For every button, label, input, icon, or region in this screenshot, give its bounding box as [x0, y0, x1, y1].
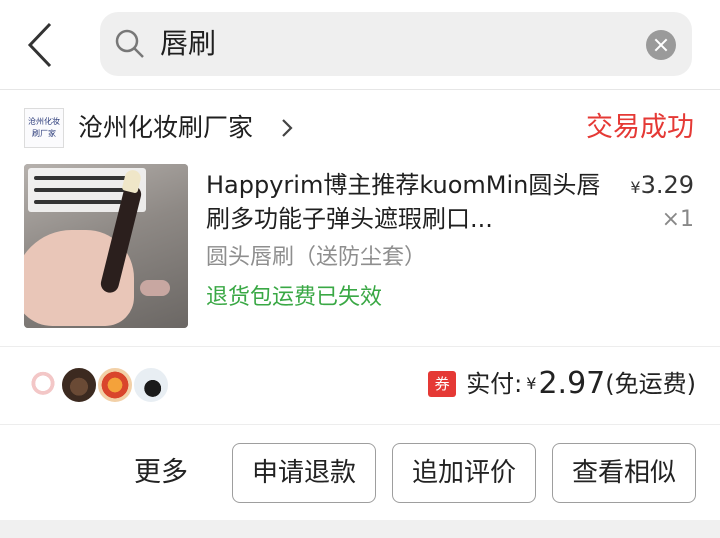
shop-logo-line2: 刷厂家 [32, 129, 56, 138]
search-field[interactable]: 唇刷 [100, 12, 692, 76]
add-review-button[interactable]: 追加评价 [392, 443, 536, 503]
price-value: 3.29 [640, 171, 694, 199]
product-price: ¥3.29 [630, 168, 694, 205]
avatar[interactable] [132, 366, 170, 404]
shop-row[interactable]: 沧州化妆 刷厂家 沧州化妆刷厂家 交易成功 [0, 100, 720, 158]
product-thumbnail[interactable] [24, 164, 188, 328]
shop-name[interactable]: 沧州化妆刷厂家 [78, 110, 253, 146]
next-card-edge [0, 520, 720, 538]
refund-shipping-note: 退货包运费已失效 [206, 285, 383, 310]
avatar[interactable] [60, 366, 98, 404]
product-quantity: ×1 [661, 207, 694, 232]
order-total: 券 实付: ¥ 2.97 (免运费) [428, 364, 696, 404]
avatar[interactable] [96, 366, 134, 404]
shop-logo-line1: 沧州化妆 [28, 117, 60, 126]
chevron-right-icon[interactable] [280, 118, 294, 138]
price-currency: ¥ [630, 178, 641, 197]
clear-icon[interactable] [646, 30, 676, 60]
apply-refund-button[interactable]: 申请退款 [232, 443, 376, 503]
product-spec: 圆头唇刷（送防尘套） [206, 245, 427, 270]
divider [0, 424, 720, 425]
shipping-note: (免运费) [605, 370, 696, 398]
total-amount: 2.97 [538, 366, 606, 401]
more-button[interactable]: 更多 [134, 454, 188, 492]
back-arrow-icon[interactable] [22, 20, 62, 70]
top-search-bar: 唇刷 [0, 0, 720, 90]
shop-logo: 沧州化妆 刷厂家 [24, 108, 64, 148]
search-icon [115, 29, 144, 58]
divider [0, 346, 720, 347]
order-status: 交易成功 [586, 112, 694, 143]
search-query[interactable]: 唇刷 [160, 24, 216, 64]
product-title[interactable]: Happyrim博主推荐kuomMin圆头唇刷多功能子弹头遮瑕刷口... [206, 168, 606, 236]
total-currency: ¥ [526, 374, 537, 393]
paid-label: 实付: [466, 370, 523, 398]
coupon-badge: 券 [428, 371, 457, 397]
avatar[interactable] [24, 366, 62, 404]
view-similar-button[interactable]: 查看相似 [552, 443, 696, 503]
